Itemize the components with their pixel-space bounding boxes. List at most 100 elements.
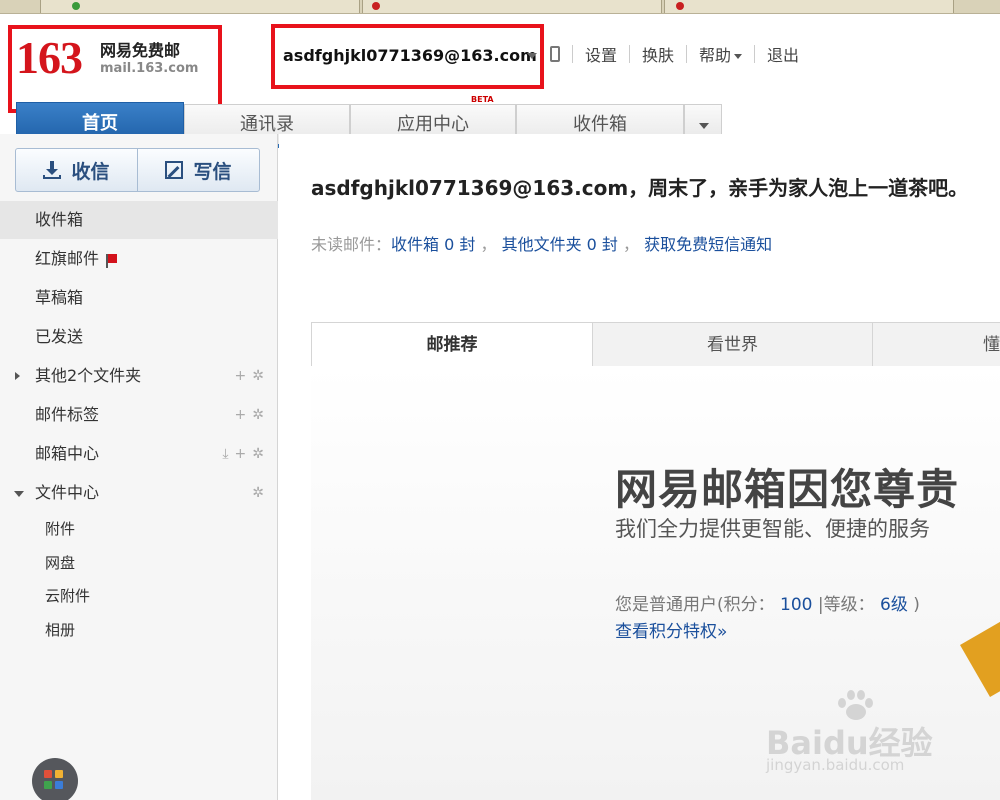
view-privileges-link[interactable]: 查看积分特权» (615, 617, 727, 642)
browser-tab-strip (0, 0, 1000, 14)
folder-actions: + ✲ (229, 357, 264, 395)
sidebar-item-mail-tags[interactable]: 邮件标签 + ✲ (0, 396, 278, 434)
content-tabs: 邮推荐 看世界 懂 (311, 322, 1000, 367)
write-label: 写信 (193, 160, 232, 183)
other-folders-count-link[interactable]: 其他文件夹 0 封 (502, 235, 618, 254)
app-launcher-button[interactable] (32, 758, 78, 800)
divider (572, 45, 573, 63)
subfolder-label: 相册 (45, 621, 76, 639)
sidebar-item-other-folders[interactable]: 其他2个文件夹 + ✲ (0, 357, 278, 395)
divider (629, 45, 631, 63)
add-icon[interactable]: + (235, 368, 247, 384)
greeting: asdfghjkl0771369@163.com，周末了，亲手为家人泡上一道茶吧… (311, 172, 968, 201)
separator-comma: ， (623, 235, 640, 254)
sms-notification-link[interactable]: 获取免费短信通知 (644, 235, 772, 254)
promo-decoration (960, 615, 1000, 697)
browser-tab[interactable] (362, 0, 662, 13)
sidebar-item-attachments[interactable]: 附件 (0, 512, 278, 546)
watermark-url: jingyan.baidu.com (766, 756, 905, 774)
browser-tab[interactable] (664, 0, 954, 13)
download-icon[interactable]: ⤓ (222, 446, 228, 462)
subfolder-label: 附件 (45, 520, 76, 538)
folder-label: 已发送 (35, 327, 84, 346)
sidebar: 收信 写信 收件箱 红旗邮件 草稿箱 已发送 其他2个文件夹 + ✲ 邮件标签 +… (0, 134, 278, 800)
flag-icon (106, 254, 118, 268)
app-grid-icon (55, 781, 63, 789)
skin-link[interactable]: 换肤 (642, 42, 674, 66)
tab-understand[interactable]: 懂 (873, 323, 1000, 367)
user-level-info: 您是普通用户(积分： 100 |等级： 6级 ) (615, 590, 920, 615)
write-mail-button[interactable]: 写信 (137, 149, 259, 191)
compose-icon (165, 161, 184, 179)
folder-label: 收件箱 (35, 210, 84, 229)
tab-label: 通讯录 (240, 114, 294, 135)
add-icon[interactable]: + (235, 407, 247, 423)
receive-mail-button[interactable]: 收信 (16, 149, 137, 191)
user-prefix: 您是普通用户(积分： (615, 595, 775, 615)
points-value[interactable]: 100 (780, 595, 812, 615)
folder-label: 草稿箱 (35, 288, 84, 307)
account-email: asdfghjkl0771369@163.com (283, 46, 537, 65)
gear-icon[interactable]: ✲ (252, 485, 264, 501)
unread-summary: 未读邮件：收件箱 0 封 ， 其他文件夹 0 封 ， 获取免费短信通知 (311, 231, 772, 255)
tab-label: 应用中心 (397, 114, 469, 135)
settings-link[interactable]: 设置 (585, 42, 617, 66)
sidebar-item-mailbox-center[interactable]: 邮箱中心 ⤓ + ✲ (0, 435, 278, 473)
app-grid-icon (55, 770, 63, 778)
watermark: Baidu经验 jingyan.baidu.com (760, 690, 990, 790)
collapse-icon[interactable] (14, 491, 24, 497)
gear-icon[interactable]: ✲ (252, 446, 264, 462)
browser-tab-icon (676, 2, 684, 10)
level-value[interactable]: 6级 (880, 595, 908, 615)
gear-icon[interactable]: ✲ (252, 407, 264, 423)
sidebar-item-albums[interactable]: 相册 (0, 613, 278, 647)
subfolder-label: 网盘 (45, 554, 76, 572)
phone-icon[interactable] (550, 46, 560, 62)
inbox-count-link[interactable]: 收件箱 0 封 (391, 235, 475, 254)
logo[interactable]: 163 网易免费邮 mail.163.com (8, 25, 222, 113)
logo-name: 网易免费邮 (100, 41, 181, 60)
browser-tab[interactable] (40, 0, 360, 13)
mail-header: 163 网易免费邮 mail.163.com asdfghjkl0771369@… (0, 14, 1000, 148)
folder-label: 邮件标签 (35, 405, 100, 424)
sidebar-item-inbox[interactable]: 收件箱 (0, 201, 278, 239)
separator-comma: ， (480, 235, 497, 254)
logo-number: 163 (16, 32, 83, 83)
logout-link[interactable]: 退出 (767, 42, 799, 66)
help-link: 帮助 (699, 46, 732, 65)
sidebar-item-flagged[interactable]: 红旗邮件 (0, 240, 278, 278)
sidebar-item-netdisk[interactable]: 网盘 (0, 546, 278, 580)
promo-title: 网易邮箱因您尊贵 (615, 465, 960, 514)
add-icon[interactable]: + (235, 446, 247, 462)
browser-tab-icon (72, 2, 80, 10)
account-switcher[interactable]: asdfghjkl0771369@163.com (271, 24, 544, 89)
receive-label: 收信 (71, 160, 110, 183)
chevron-down-icon (734, 54, 743, 59)
divider (686, 45, 688, 63)
tab-label: 懂 (983, 335, 1000, 355)
greeting-text: ，周末了，亲手为家人泡上一道茶吧。 (628, 176, 969, 200)
unread-label: 未读邮件： (311, 235, 392, 254)
folder-label: 文件中心 (35, 483, 100, 502)
expand-icon[interactable] (15, 372, 20, 380)
app-grid-icon (44, 770, 52, 778)
top-links: 设置 换肤 帮助 退出 (548, 42, 799, 66)
app-grid-icon (44, 781, 52, 789)
gear-icon[interactable]: ✲ (252, 368, 264, 384)
tab-label: 收件箱 (573, 114, 627, 135)
tab-label: 邮推荐 (426, 335, 478, 355)
browser-tab-icon (372, 2, 380, 10)
help-menu[interactable]: 帮助 (699, 42, 743, 66)
sidebar-item-drafts[interactable]: 草稿箱 (0, 279, 278, 317)
beta-badge: BETA (471, 95, 494, 104)
tab-mail-recommend[interactable]: 邮推荐 (312, 323, 593, 367)
tab-see-world[interactable]: 看世界 (593, 323, 873, 367)
sidebar-item-cloud-attachments[interactable]: 云附件 (0, 579, 278, 613)
folder-actions: ✲ (246, 474, 264, 512)
chevron-down-icon (527, 53, 537, 59)
sidebar-item-sent[interactable]: 已发送 (0, 318, 278, 356)
subfolder-label: 云附件 (45, 587, 91, 605)
sidebar-item-file-center[interactable]: 文件中心 ✲ (0, 474, 278, 512)
mail-action-buttons: 收信 写信 (15, 148, 260, 192)
folder-actions: ⤓ + ✲ (216, 435, 264, 473)
